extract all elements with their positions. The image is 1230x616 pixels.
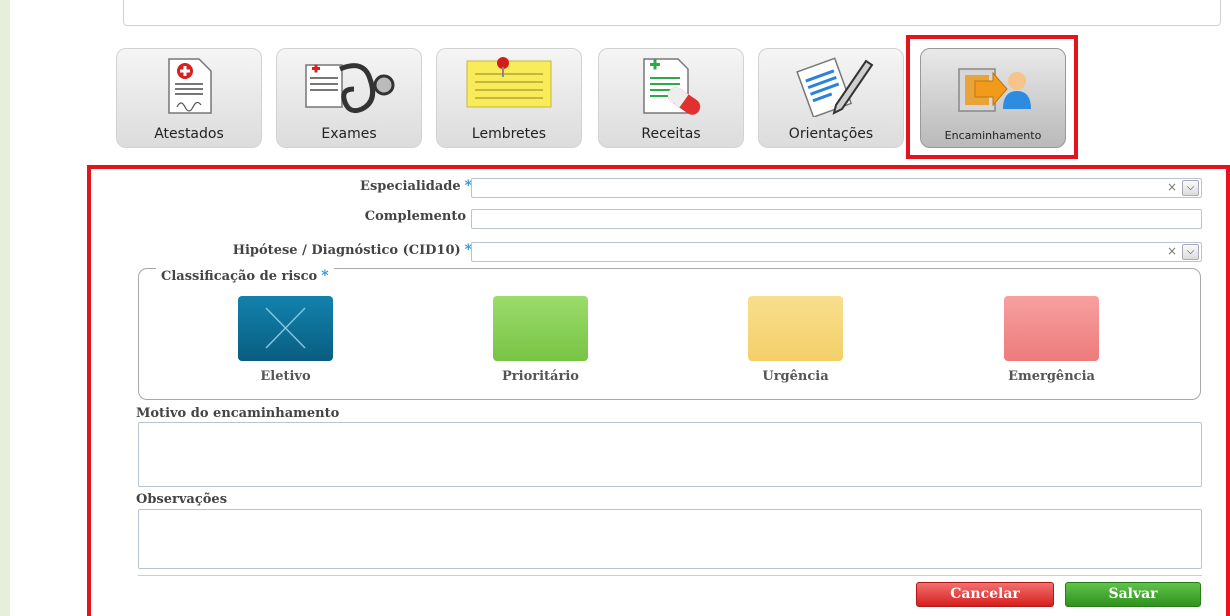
tile-exames[interactable]: Exames: [276, 48, 422, 148]
page: Atestados Exames Lembretes Receitas Orie…: [10, 0, 1230, 616]
hipotese-select[interactable]: × ⌵: [471, 242, 1202, 262]
risk-swatch-eletivo[interactable]: [238, 296, 333, 361]
risk-option-urgencia[interactable]: Urgência: [748, 296, 843, 384]
risk-swatch-prioritario[interactable]: [493, 296, 588, 361]
tile-label: Lembretes: [471, 126, 547, 142]
observacoes-label: Observações: [136, 492, 228, 507]
clear-icon[interactable]: ×: [1167, 180, 1177, 194]
tile-receitas[interactable]: Receitas: [598, 48, 744, 148]
highlight-frame-tile: [906, 35, 1078, 159]
observacoes-textarea[interactable]: [138, 509, 1202, 569]
risk-label: Urgência: [762, 369, 829, 384]
stethoscope-icon: [277, 55, 421, 117]
especialidade-label: Especialidade: [360, 178, 461, 194]
hipotese-label-row: Hipótese / Diagnóstico (CID10) *: [170, 242, 472, 258]
tile-lembretes[interactable]: Lembretes: [436, 48, 582, 148]
especialidade-label-row: Especialidade *: [210, 178, 472, 194]
divider: [138, 575, 1202, 576]
risk-legend: Classificação de risco *: [156, 268, 334, 284]
risk-option-eletivo[interactable]: Eletivo: [238, 296, 333, 384]
motivo-textarea[interactable]: [138, 422, 1202, 487]
risk-swatch-urgencia[interactable]: [748, 296, 843, 361]
tile-atestados[interactable]: Atestados: [116, 48, 262, 148]
sticky-note-icon: [437, 55, 581, 117]
motivo-label: Motivo do encaminhamento: [136, 406, 340, 421]
save-button[interactable]: Salvar: [1065, 582, 1201, 607]
risk-label: Eletivo: [260, 369, 311, 384]
selected-x-icon: [265, 307, 306, 349]
risk-swatch-emergencia[interactable]: [1004, 296, 1099, 361]
chevron-down-icon[interactable]: ⌵: [1182, 244, 1199, 260]
certificate-icon: [117, 55, 261, 117]
top-panel: [123, 0, 1221, 26]
complemento-label-row: Complemento: [210, 209, 466, 224]
prescription-icon: [599, 55, 743, 117]
chevron-down-icon[interactable]: ⌵: [1182, 180, 1199, 196]
hipotese-label: Hipótese / Diagnóstico (CID10): [232, 242, 461, 258]
risk-legend-label: Classificação de risco: [161, 269, 318, 284]
especialidade-select[interactable]: × ⌵: [471, 178, 1202, 198]
risk-option-prioritario[interactable]: Prioritário: [493, 296, 588, 384]
risk-label: Emergência: [1008, 369, 1095, 384]
risk-label: Prioritário: [502, 369, 579, 384]
tile-label: Atestados: [154, 126, 224, 142]
tile-label: Orientações: [788, 126, 874, 142]
document-pen-icon: [759, 55, 903, 117]
cancel-button[interactable]: Cancelar: [916, 582, 1054, 607]
tile-label: Exames: [321, 126, 377, 142]
complemento-input[interactable]: [471, 209, 1202, 229]
complemento-label: Complemento: [364, 209, 466, 224]
clear-icon[interactable]: ×: [1167, 244, 1177, 258]
risk-option-emergencia[interactable]: Emergência: [1004, 296, 1099, 384]
tile-label: Receitas: [641, 126, 701, 142]
required-asterisk: *: [321, 268, 329, 284]
tile-orientacoes[interactable]: Orientações: [758, 48, 904, 148]
